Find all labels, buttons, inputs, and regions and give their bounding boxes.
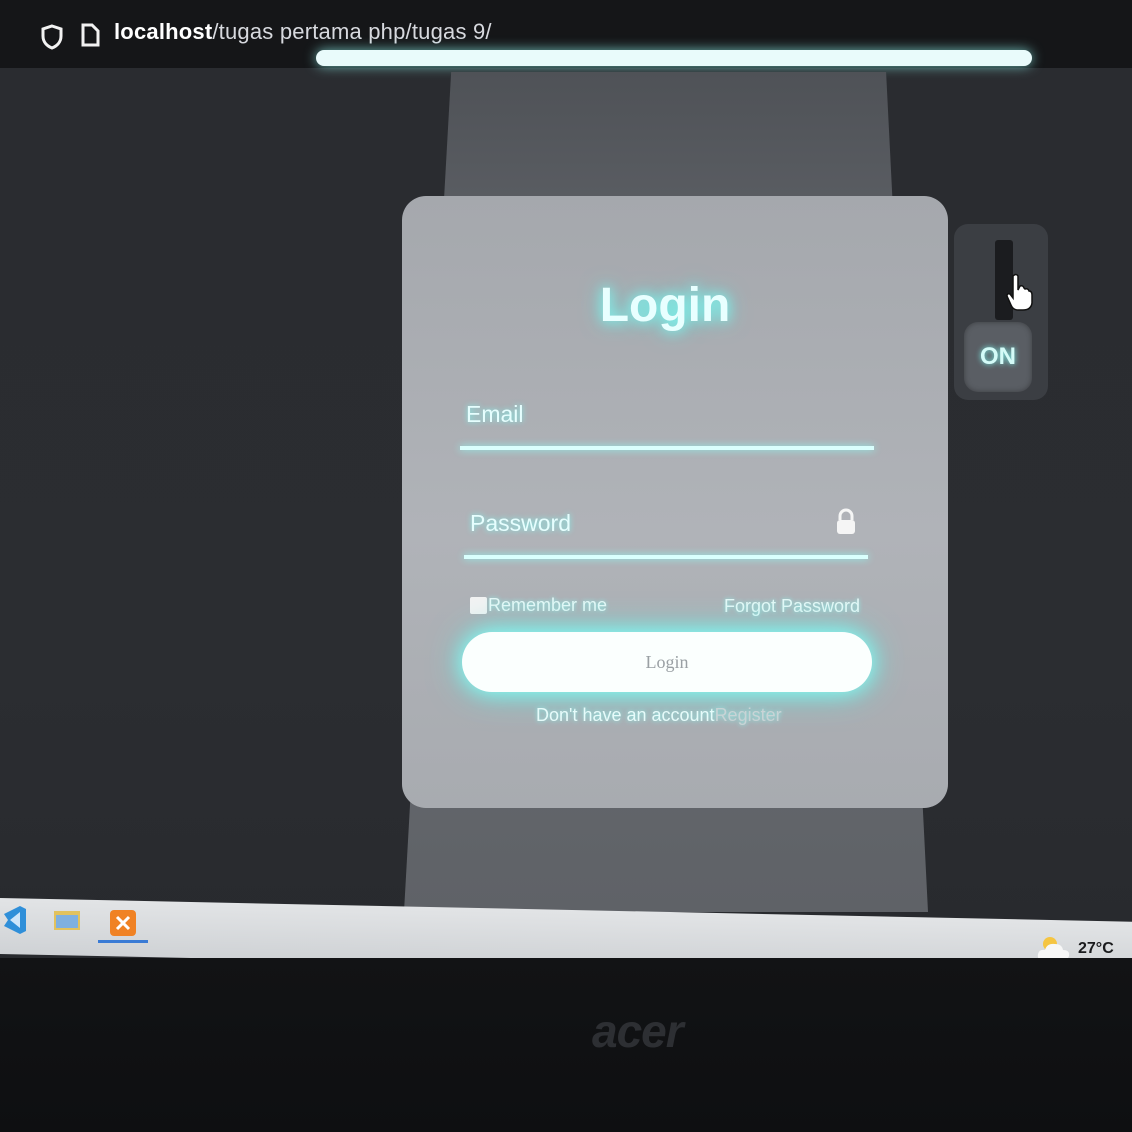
login-button[interactable]: Login xyxy=(462,632,872,692)
xampp-icon[interactable] xyxy=(108,908,138,938)
page-icon xyxy=(81,23,100,47)
password-field[interactable]: Password xyxy=(470,510,571,537)
hand-cursor-icon xyxy=(1006,273,1033,311)
theme-toggle-button[interactable]: ON xyxy=(964,322,1032,392)
remember-checkbox[interactable] xyxy=(470,597,487,614)
register-link[interactable]: Register xyxy=(715,705,782,725)
url-path: /tugas pertama php/tugas 9/ xyxy=(212,19,492,44)
url-host: localhost xyxy=(114,19,213,44)
remember-label: Remember me xyxy=(488,595,608,615)
register-prompt-text: Don't have an account xyxy=(536,705,715,725)
shield-icon xyxy=(41,24,63,50)
lock-icon xyxy=(837,508,855,534)
file-explorer-icon[interactable] xyxy=(52,908,82,932)
temperature-label[interactable]: 27°C xyxy=(1078,940,1114,958)
page-load-bar xyxy=(316,50,1032,66)
vscode-icon[interactable] xyxy=(0,904,28,936)
register-prompt: Don't have an accountRegister xyxy=(536,705,782,726)
forgot-password-link[interactable]: Forgot Password xyxy=(724,596,860,617)
url-field[interactable]: localhost/tugas pertama php/tugas 9/ xyxy=(114,19,492,45)
laptop-bezel xyxy=(0,958,1132,1132)
email-underline xyxy=(460,446,874,450)
brand-logo: acer xyxy=(592,1005,684,1057)
active-app-indicator xyxy=(98,940,148,943)
email-field[interactable]: Email xyxy=(466,401,524,428)
screen: localhost/tugas pertama php/tugas 9/ Log… xyxy=(0,0,1132,1132)
password-underline xyxy=(464,555,868,559)
login-title: Login xyxy=(599,279,731,332)
